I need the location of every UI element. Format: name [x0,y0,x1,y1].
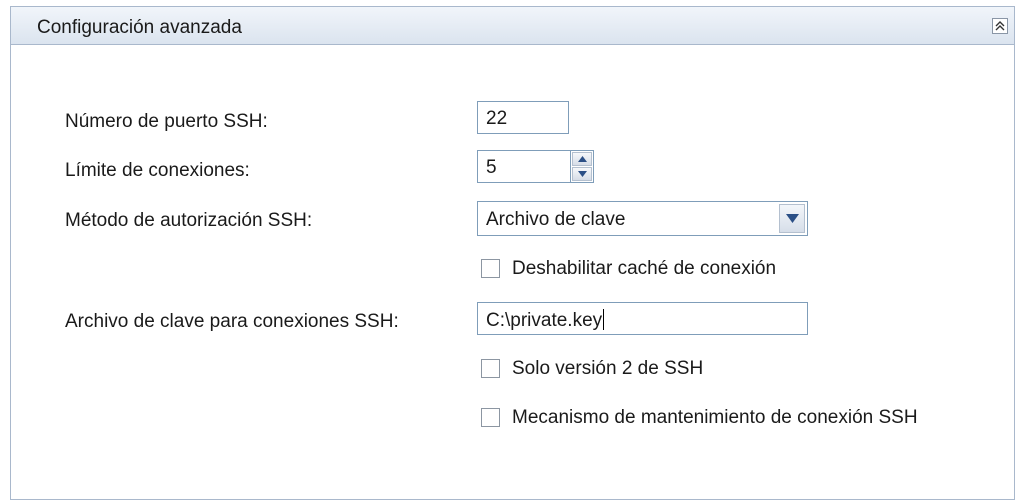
text-cursor [603,309,605,330]
arrow-down-icon [578,171,587,177]
connection-limit-label: Límite de conexiones: [65,160,250,181]
double-chevron-up-icon [995,21,1005,31]
key-file-label: Archivo de clave para conexiones SSH: [65,311,399,332]
key-file-input[interactable]: C:\private.key [477,302,808,335]
panel-header[interactable]: Configuración avanzada [11,7,1014,45]
keepalive-checkbox[interactable] [481,408,500,427]
panel-title: Configuración avanzada [37,17,242,38]
spin-down-button[interactable] [572,167,592,181]
auth-method-label: Método de autorización SSH: [65,210,313,231]
connection-limit-spinner [570,150,594,183]
ssh-v2-label: Solo versión 2 de SSH [512,358,704,379]
ssh-v2-checkbox[interactable] [481,359,500,378]
port-label: Número de puerto SSH: [65,111,268,132]
dropdown-button[interactable] [779,204,805,233]
port-input[interactable]: 22 [477,101,569,134]
auth-method-value: Archivo de clave [486,209,626,230]
disable-cache-label: Deshabilitar caché de conexión [512,258,777,279]
chevron-down-icon [786,214,799,223]
connection-limit-input[interactable]: 5 [477,150,571,183]
keepalive-label: Mecanismo de mantenimiento de conexión S… [512,407,918,428]
disable-cache-checkbox[interactable] [481,259,500,278]
collapse-button[interactable] [992,18,1008,34]
arrow-up-icon [578,156,587,162]
auth-method-select[interactable]: Archivo de clave [477,201,808,236]
key-file-value: C:\private.key [486,310,603,331]
spin-up-button[interactable] [572,152,592,166]
